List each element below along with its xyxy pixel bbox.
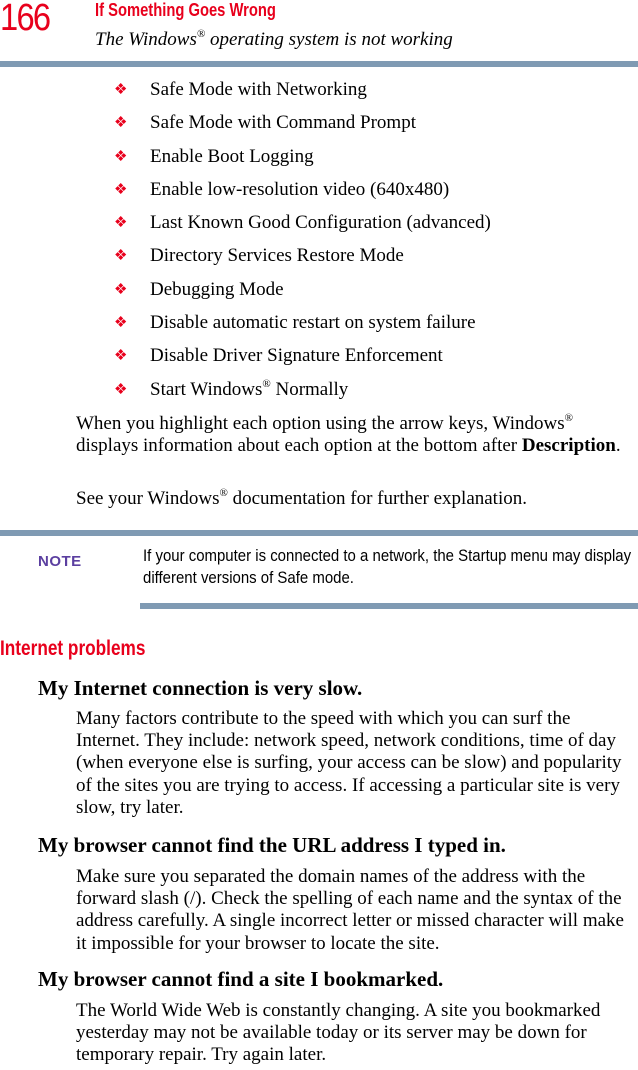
question-heading: My browser cannot find the URL address I… bbox=[38, 833, 506, 857]
text: displays information about each option a… bbox=[76, 435, 522, 456]
answer-text: Make sure you separated the domain names… bbox=[76, 866, 624, 954]
list-item: ❖ Debugging Mode bbox=[114, 278, 491, 311]
list-item: ❖ Enable Boot Logging bbox=[114, 145, 491, 178]
option-label: Last Known Good Configuration (advanced) bbox=[150, 212, 491, 234]
bullet-icon: ❖ bbox=[114, 281, 128, 298]
section-title-text: operating system is not working bbox=[205, 29, 453, 50]
option-text: Normally bbox=[270, 378, 349, 400]
note-bottom-rule bbox=[140, 603, 638, 609]
bullet-icon: ❖ bbox=[114, 115, 128, 132]
bullet-icon: ❖ bbox=[114, 248, 128, 265]
list-item: ❖ Enable low-resolution video (640x480) bbox=[114, 178, 491, 211]
note-top-rule bbox=[0, 530, 638, 536]
list-item: ❖ Disable Driver Signature Enforcement bbox=[114, 344, 491, 377]
registered-mark: ® bbox=[196, 28, 206, 40]
list-item: ❖ Safe Mode with Command Prompt bbox=[114, 111, 491, 144]
text: documentation for further explanation. bbox=[227, 488, 527, 509]
option-label: Disable automatic restart on system fail… bbox=[150, 312, 476, 334]
option-text: Start Windows bbox=[150, 378, 263, 400]
answer-text: The World Wide Web is constantly changin… bbox=[76, 1000, 601, 1066]
option-label: Safe Mode with Command Prompt bbox=[150, 112, 416, 134]
text: See your Windows bbox=[76, 488, 220, 509]
header-rule bbox=[0, 61, 638, 67]
option-label: Enable Boot Logging bbox=[150, 145, 314, 167]
bullet-icon: ❖ bbox=[114, 315, 128, 332]
documentation-paragraph: See your Windows® documentation for furt… bbox=[76, 488, 636, 510]
question-heading: My browser cannot find a site I bookmark… bbox=[38, 967, 444, 991]
registered-mark: ® bbox=[564, 412, 573, 424]
description-term: Description bbox=[521, 435, 616, 456]
note-text: If your computer is connected to a netwo… bbox=[143, 546, 632, 587]
bullet-icon: ❖ bbox=[114, 181, 128, 198]
startup-options-list: ❖ Safe Mode with Networking ❖ Safe Mode wi… bbox=[114, 78, 491, 411]
text: . bbox=[615, 435, 621, 456]
registered-mark: ® bbox=[219, 487, 228, 499]
bullet-icon: ❖ bbox=[114, 148, 128, 165]
list-item: ❖ Safe Mode with Networking bbox=[114, 78, 491, 111]
note-label: NOTE bbox=[38, 553, 82, 570]
section-title-text: The Windows bbox=[95, 29, 197, 50]
description-paragraph: When you highlight each option using the… bbox=[76, 413, 636, 457]
list-item: ❖ Directory Services Restore Mode bbox=[114, 244, 491, 277]
answer-text: Many factors contribute to the speed wit… bbox=[76, 708, 622, 818]
bullet-icon: ❖ bbox=[114, 381, 128, 398]
page-number: 166 bbox=[0, 0, 51, 39]
option-label: Safe Mode with Networking bbox=[150, 79, 367, 100]
bullet-icon: ❖ bbox=[114, 82, 128, 98]
option-label: Directory Services Restore Mode bbox=[150, 245, 404, 267]
list-item: ❖ Start Windows® Normally bbox=[114, 378, 491, 411]
bullet-icon: ❖ bbox=[114, 348, 128, 365]
list-item: ❖ Last Known Good Configuration (advanced… bbox=[114, 211, 491, 244]
registered-mark: ® bbox=[262, 377, 271, 390]
bullet-icon: ❖ bbox=[114, 215, 128, 232]
internet-problems-heading: Internet problems bbox=[0, 637, 146, 660]
question-heading: My Internet connection is very slow. bbox=[38, 676, 363, 700]
section-title: The Windows® operating system is not wor… bbox=[95, 29, 453, 51]
chapter-title: If Something Goes Wrong bbox=[95, 0, 276, 20]
option-label: Disable Driver Signature Enforcement bbox=[150, 345, 443, 367]
text: When you highlight each option using the… bbox=[76, 413, 565, 434]
option-label: Start Windows® Normally bbox=[150, 378, 348, 411]
option-label: Enable low-resolution video (640x480) bbox=[150, 178, 450, 200]
option-label: Debugging Mode bbox=[150, 278, 284, 300]
list-item: ❖ Disable automatic restart on system fai… bbox=[114, 311, 491, 344]
